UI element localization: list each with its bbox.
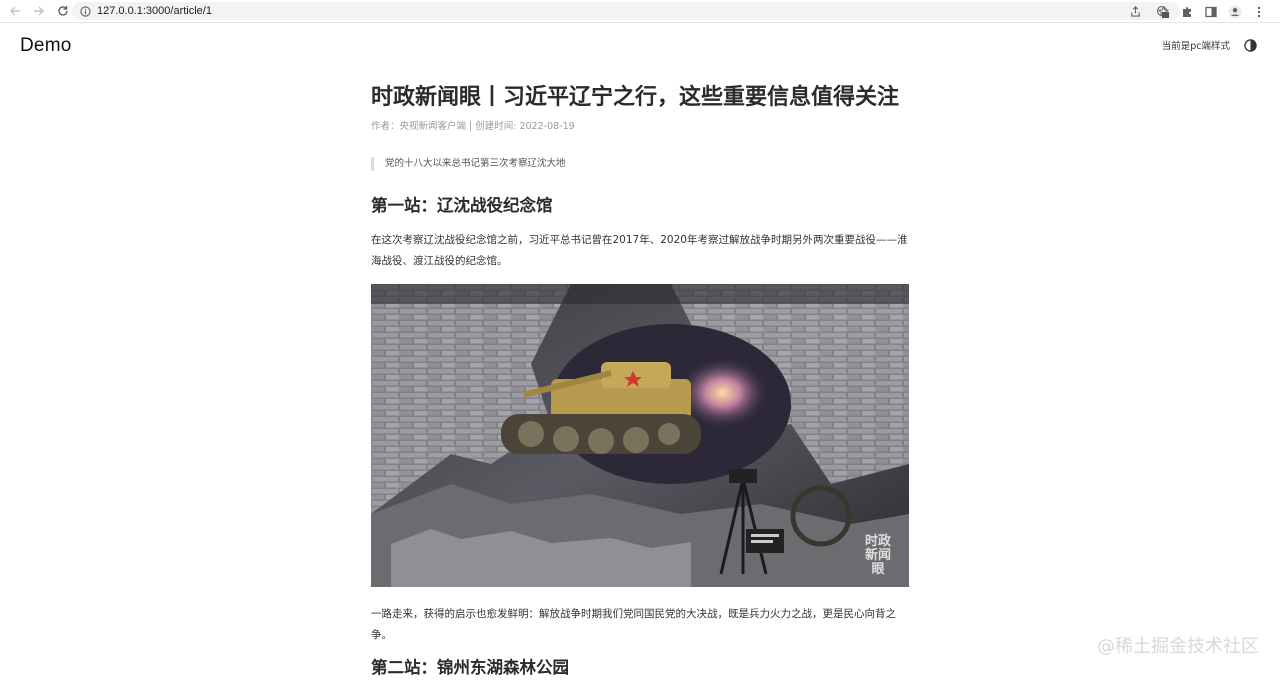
article-meta: 作者：央视新闻客户端 | 创建时间: 2022-08-19 [371, 121, 575, 132]
mode-indicator: 当前是pc端样式 [1161, 41, 1230, 52]
address-bar[interactable]: 127.0.0.1:3000/article/1 [72, 2, 1180, 20]
info-icon[interactable] [80, 5, 91, 17]
forward-icon[interactable] [32, 4, 46, 18]
back-icon[interactable] [8, 4, 22, 18]
reload-icon[interactable] [56, 4, 70, 18]
article-paragraph: 在这次考察辽沈战役纪念馆之前，习近平总书记曾在2017年、2020年考察过解放战… [371, 234, 908, 267]
section-heading: 第二站：锦州东湖森林公园 [371, 658, 569, 677]
article-title: 时政新闻眼丨习近平辽宁之行，这些重要信息值得关注 [371, 85, 900, 110]
puzzle-icon[interactable] [1180, 5, 1194, 19]
article-paragraph: 一路走来，获得的启示也愈发鲜明：解放战争时期我们党同国民党的大决战，既是兵力火力… [371, 608, 896, 641]
site-logo[interactable]: Demo [20, 35, 71, 57]
site-header: Demo 当前是pc端样式 [0, 24, 1280, 68]
extension-badge-icon[interactable] [1156, 5, 1170, 19]
site-watermark: @稀土掘金技术社区 [1097, 636, 1259, 657]
article-quote: 党的十八大以来总书记第三次考察辽沈大地 [371, 157, 909, 171]
theme-toggle-icon[interactable] [1244, 38, 1257, 52]
menu-icon[interactable] [1252, 5, 1266, 19]
url-text[interactable]: 127.0.0.1:3000/article/1 [97, 5, 212, 17]
article: 时政新闻眼丨习近平辽宁之行，这些重要信息值得关注 作者：央视新闻客户端 | 创建… [371, 82, 909, 680]
browser-toolbar: 127.0.0.1:3000/article/1 [0, 0, 1280, 23]
article-image: 时政新闻眼 [371, 284, 909, 587]
profile-icon[interactable] [1228, 5, 1242, 19]
section-heading: 第一站：辽沈战役纪念馆 [371, 196, 553, 215]
image-watermark: 时政新闻眼 [864, 534, 891, 577]
share-icon[interactable] [1128, 4, 1142, 18]
sidepanel-icon[interactable] [1204, 5, 1218, 19]
